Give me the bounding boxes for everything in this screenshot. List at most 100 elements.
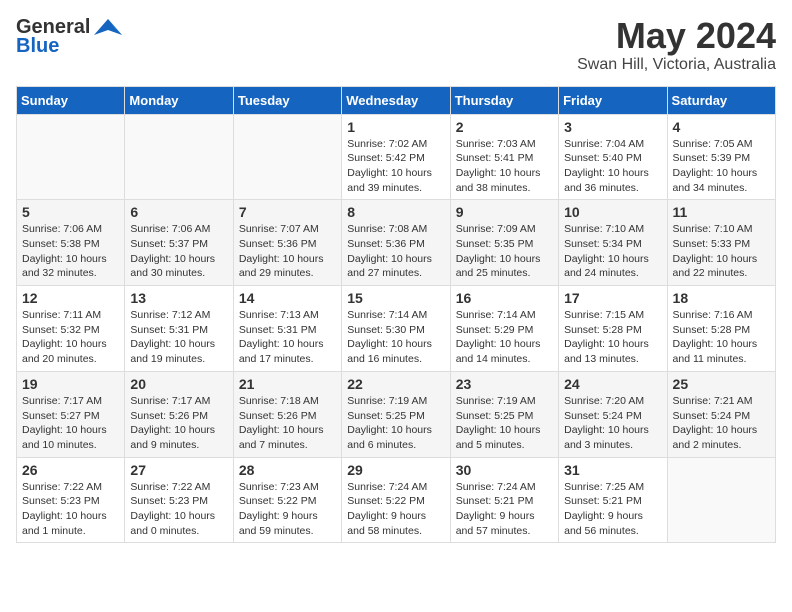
day-info: Sunrise: 7:19 AM Sunset: 5:25 PM Dayligh… <box>347 394 444 453</box>
day-number: 15 <box>347 290 444 306</box>
calendar-cell <box>125 114 233 200</box>
day-number: 8 <box>347 204 444 220</box>
day-info: Sunrise: 7:06 AM Sunset: 5:37 PM Dayligh… <box>130 222 227 281</box>
day-info: Sunrise: 7:09 AM Sunset: 5:35 PM Dayligh… <box>456 222 553 281</box>
calendar-cell: 25Sunrise: 7:21 AM Sunset: 5:24 PM Dayli… <box>667 371 775 457</box>
calendar-cell: 5 Sunrise: 7:06 AM Sunset: 5:38 PM Daylig… <box>17 200 125 286</box>
day-header-saturday: Saturday <box>667 86 775 114</box>
day-info: Sunrise: 7:06 AM Sunset: 5:38 PM Dayligh… <box>22 222 119 281</box>
calendar-cell: 29 Sunrise: 7:24 AM Sunset: 5:22 PM Dayli… <box>342 457 450 543</box>
location-title: Swan Hill, Victoria, Australia <box>577 56 776 74</box>
day-info: Sunrise: 7:03 AM Sunset: 5:41 PM Dayligh… <box>456 137 553 196</box>
calendar-cell <box>233 114 341 200</box>
calendar-cell: 15 Sunrise: 7:14 AM Sunset: 5:30 PM Dayli… <box>342 286 450 372</box>
day-info: Sunrise: 7:05 AM Sunset: 5:39 PM Dayligh… <box>673 137 770 196</box>
logo-bird-icon <box>94 17 122 39</box>
day-number: 12 <box>22 290 119 306</box>
day-info: Sunrise: 7:08 AM Sunset: 5:36 PM Dayligh… <box>347 222 444 281</box>
day-info: Sunrise: 7:14 AM Sunset: 5:29 PM Dayligh… <box>456 308 553 367</box>
day-info: Sunrise: 7:14 AM Sunset: 5:30 PM Dayligh… <box>347 308 444 367</box>
day-info: Sunrise: 7:16 AM Sunset: 5:28 PM Dayligh… <box>673 308 770 367</box>
logo: General Blue <box>16 16 122 58</box>
day-info: Sunrise: 7:22 AM Sunset: 5:23 PM Dayligh… <box>22 480 119 539</box>
calendar-cell: 24 Sunrise: 7:20 AM Sunset: 5:24 PM Dayli… <box>559 371 667 457</box>
day-number: 4 <box>673 119 770 135</box>
day-number: 31 <box>564 462 661 478</box>
calendar-cell: 28 Sunrise: 7:23 AM Sunset: 5:22 PM Dayli… <box>233 457 341 543</box>
day-info: Sunrise: 7:07 AM Sunset: 5:36 PM Dayligh… <box>239 222 336 281</box>
day-info: Sunrise: 7:17 AM Sunset: 5:27 PM Dayligh… <box>22 394 119 453</box>
day-number: 23 <box>456 376 553 392</box>
day-info: Sunrise: 7:04 AM Sunset: 5:40 PM Dayligh… <box>564 137 661 196</box>
day-info: Sunrise: 7:11 AM Sunset: 5:32 PM Dayligh… <box>22 308 119 367</box>
day-number: 17 <box>564 290 661 306</box>
day-info: Sunrise: 7:10 AM Sunset: 5:33 PM Dayligh… <box>673 222 770 281</box>
page-header: General Blue May 2024 Swan Hill, Victori… <box>16 16 776 74</box>
day-info: Sunrise: 7:24 AM Sunset: 5:22 PM Dayligh… <box>347 480 444 539</box>
calendar-cell: 4 Sunrise: 7:05 AM Sunset: 5:39 PM Daylig… <box>667 114 775 200</box>
day-number: 18 <box>673 290 770 306</box>
day-info: Sunrise: 7:10 AM Sunset: 5:34 PM Dayligh… <box>564 222 661 281</box>
calendar-table: SundayMondayTuesdayWednesdayThursdayFrid… <box>16 86 776 544</box>
calendar-cell: 12 Sunrise: 7:11 AM Sunset: 5:32 PM Dayli… <box>17 286 125 372</box>
calendar-cell: 11Sunrise: 7:10 AM Sunset: 5:33 PM Dayli… <box>667 200 775 286</box>
calendar-cell: 13 Sunrise: 7:12 AM Sunset: 5:31 PM Dayli… <box>125 286 233 372</box>
day-header-tuesday: Tuesday <box>233 86 341 114</box>
calendar-cell: 23 Sunrise: 7:19 AM Sunset: 5:25 PM Dayli… <box>450 371 558 457</box>
day-info: Sunrise: 7:17 AM Sunset: 5:26 PM Dayligh… <box>130 394 227 453</box>
day-number: 21 <box>239 376 336 392</box>
day-number: 14 <box>239 290 336 306</box>
calendar-cell: 31 Sunrise: 7:25 AM Sunset: 5:21 PM Dayli… <box>559 457 667 543</box>
day-number: 20 <box>130 376 227 392</box>
calendar-cell: 27 Sunrise: 7:22 AM Sunset: 5:23 PM Dayli… <box>125 457 233 543</box>
day-number: 27 <box>130 462 227 478</box>
calendar-cell: 17 Sunrise: 7:15 AM Sunset: 5:28 PM Dayli… <box>559 286 667 372</box>
day-info: Sunrise: 7:23 AM Sunset: 5:22 PM Dayligh… <box>239 480 336 539</box>
day-number: 9 <box>456 204 553 220</box>
calendar-cell: 20 Sunrise: 7:17 AM Sunset: 5:26 PM Dayli… <box>125 371 233 457</box>
day-number: 22 <box>347 376 444 392</box>
calendar-cell <box>17 114 125 200</box>
logo-blue: Blue <box>16 35 59 58</box>
calendar-cell: 7 Sunrise: 7:07 AM Sunset: 5:36 PM Daylig… <box>233 200 341 286</box>
day-header-friday: Friday <box>559 86 667 114</box>
day-info: Sunrise: 7:22 AM Sunset: 5:23 PM Dayligh… <box>130 480 227 539</box>
day-number: 16 <box>456 290 553 306</box>
day-number: 10 <box>564 204 661 220</box>
day-number: 1 <box>347 119 444 135</box>
calendar-cell: 14 Sunrise: 7:13 AM Sunset: 5:31 PM Dayli… <box>233 286 341 372</box>
day-header-sunday: Sunday <box>17 86 125 114</box>
calendar-cell: 9 Sunrise: 7:09 AM Sunset: 5:35 PM Daylig… <box>450 200 558 286</box>
calendar-cell: 21 Sunrise: 7:18 AM Sunset: 5:26 PM Dayli… <box>233 371 341 457</box>
day-info: Sunrise: 7:15 AM Sunset: 5:28 PM Dayligh… <box>564 308 661 367</box>
calendar-cell: 30 Sunrise: 7:24 AM Sunset: 5:21 PM Dayli… <box>450 457 558 543</box>
day-info: Sunrise: 7:18 AM Sunset: 5:26 PM Dayligh… <box>239 394 336 453</box>
day-number: 6 <box>130 204 227 220</box>
calendar-cell: 1 Sunrise: 7:02 AM Sunset: 5:42 PM Daylig… <box>342 114 450 200</box>
calendar-cell: 18 Sunrise: 7:16 AM Sunset: 5:28 PM Dayli… <box>667 286 775 372</box>
day-number: 7 <box>239 204 336 220</box>
day-header-wednesday: Wednesday <box>342 86 450 114</box>
calendar-cell: 22 Sunrise: 7:19 AM Sunset: 5:25 PM Dayli… <box>342 371 450 457</box>
day-number: 28 <box>239 462 336 478</box>
day-info: Sunrise: 7:02 AM Sunset: 5:42 PM Dayligh… <box>347 137 444 196</box>
day-number: 13 <box>130 290 227 306</box>
day-number: 29 <box>347 462 444 478</box>
day-info: Sunrise: 7:12 AM Sunset: 5:31 PM Dayligh… <box>130 308 227 367</box>
day-number: 25 <box>673 376 770 392</box>
day-header-thursday: Thursday <box>450 86 558 114</box>
day-number: 26 <box>22 462 119 478</box>
calendar-cell: 26 Sunrise: 7:22 AM Sunset: 5:23 PM Dayli… <box>17 457 125 543</box>
day-info: Sunrise: 7:24 AM Sunset: 5:21 PM Dayligh… <box>456 480 553 539</box>
day-number: 30 <box>456 462 553 478</box>
day-info: Sunrise: 7:13 AM Sunset: 5:31 PM Dayligh… <box>239 308 336 367</box>
day-info: Sunrise: 7:20 AM Sunset: 5:24 PM Dayligh… <box>564 394 661 453</box>
day-number: 2 <box>456 119 553 135</box>
day-number: 5 <box>22 204 119 220</box>
calendar-cell: 19Sunrise: 7:17 AM Sunset: 5:27 PM Dayli… <box>17 371 125 457</box>
calendar-cell: 3Sunrise: 7:04 AM Sunset: 5:40 PM Daylig… <box>559 114 667 200</box>
calendar-cell: 16 Sunrise: 7:14 AM Sunset: 5:29 PM Dayli… <box>450 286 558 372</box>
day-info: Sunrise: 7:19 AM Sunset: 5:25 PM Dayligh… <box>456 394 553 453</box>
day-info: Sunrise: 7:25 AM Sunset: 5:21 PM Dayligh… <box>564 480 661 539</box>
day-number: 24 <box>564 376 661 392</box>
